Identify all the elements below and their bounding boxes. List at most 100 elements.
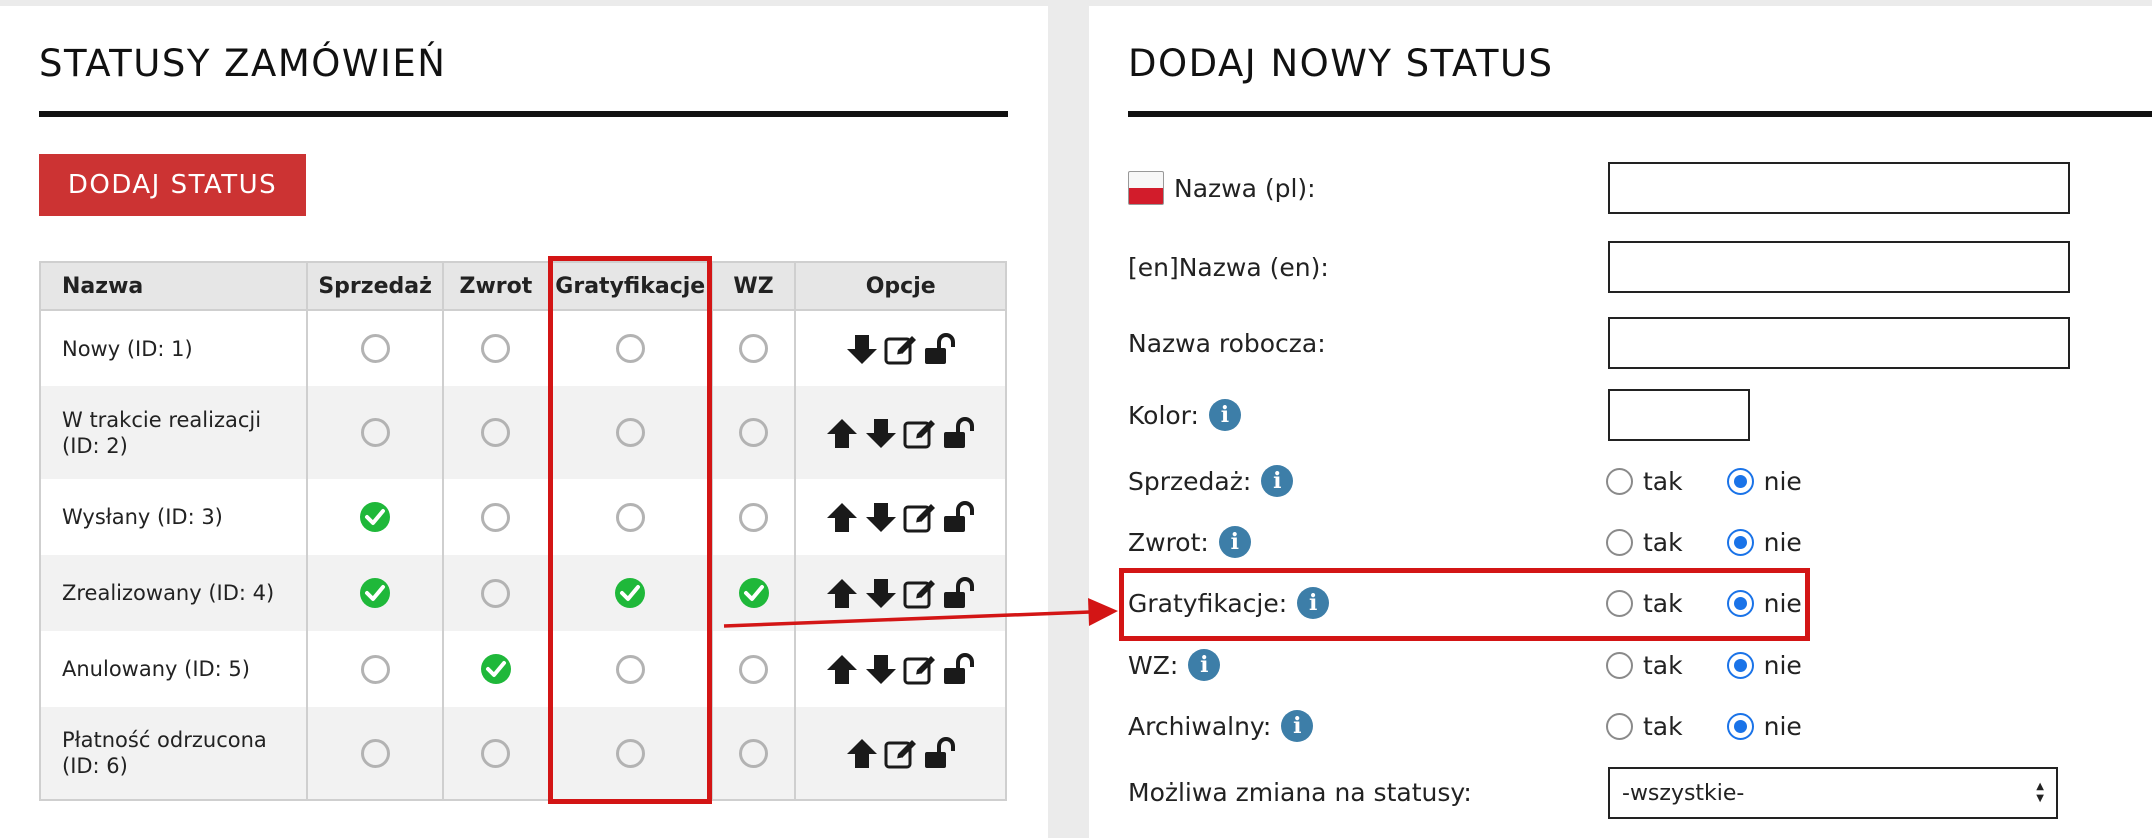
status-id: (ID: 2) (62, 433, 128, 458)
radio-checked-icon[interactable] (1726, 589, 1754, 617)
radio-unchecked-icon[interactable] (1606, 651, 1633, 679)
return-no-radio[interactable]: nie (1726, 528, 1802, 557)
status-off-icon (360, 418, 390, 447)
unlock-icon[interactable] (922, 735, 958, 771)
radio-unchecked-icon[interactable] (1606, 467, 1633, 495)
wz-cell (710, 707, 797, 801)
unlock-icon[interactable] (922, 331, 958, 367)
status-off-icon (739, 654, 769, 684)
col-header-wz: WZ (710, 261, 797, 311)
radio-unchecked-icon[interactable] (1606, 528, 1633, 556)
table-row: W trakcie realizacji (ID: 2) (38, 386, 1007, 479)
return-yes-radio[interactable]: tak (1606, 528, 1683, 557)
unlock-icon[interactable] (941, 415, 977, 451)
edit-icon[interactable] (883, 735, 919, 771)
color-label: Kolor: i (1128, 397, 1241, 433)
archived-no-radio[interactable]: nie (1726, 712, 1802, 741)
wz-cell (710, 555, 797, 631)
edit-icon[interactable] (902, 415, 938, 451)
row-options (844, 735, 958, 771)
archived-label-text: Archiwalny: (1128, 711, 1272, 741)
arrow-down-icon[interactable] (844, 331, 880, 367)
info-icon[interactable]: i (1261, 465, 1294, 497)
order-statuses-title: STATUSY ZAMÓWIEŃ (39, 42, 447, 85)
sale-cell (306, 707, 445, 801)
info-icon[interactable]: i (1188, 649, 1221, 681)
unlock-icon[interactable] (941, 575, 977, 611)
gratification-cell (547, 631, 713, 707)
status-name: Zrealizowany (ID: 4) (62, 581, 275, 605)
color-picker-input[interactable] (1608, 389, 1750, 441)
status-off-icon (615, 654, 645, 684)
gratification-no-radio[interactable]: nie (1726, 589, 1802, 618)
gratification-cell (547, 310, 713, 386)
edit-icon[interactable] (902, 499, 938, 535)
return-cell (442, 555, 550, 631)
col-header-sale: Sprzedaż (306, 261, 445, 311)
sale-cell (306, 631, 445, 707)
info-icon[interactable]: i (1208, 399, 1241, 431)
return-cell (442, 631, 550, 707)
info-icon[interactable]: i (1297, 587, 1330, 619)
status-off-icon (360, 334, 390, 363)
edit-icon[interactable] (883, 331, 919, 367)
wz-cell (710, 479, 797, 555)
arrow-up-icon[interactable] (824, 575, 860, 611)
archived-yes-radio[interactable]: tak (1606, 712, 1683, 741)
info-icon[interactable]: i (1218, 526, 1251, 558)
unlock-icon[interactable] (941, 499, 977, 535)
arrow-up-icon[interactable] (824, 499, 860, 535)
sale-no-radio[interactable]: nie (1726, 467, 1802, 496)
arrow-up-icon[interactable] (824, 651, 860, 687)
wz-no-radio[interactable]: nie (1726, 651, 1802, 680)
edit-icon[interactable] (902, 651, 938, 687)
name-pl-label: Nazwa (pl): (1128, 170, 1316, 206)
status-off-icon (615, 418, 645, 447)
arrow-up-icon[interactable] (844, 735, 880, 771)
arrow-down-icon[interactable] (863, 651, 899, 687)
table-row: Płatność odrzucona (ID: 6) (38, 707, 1007, 801)
radio-checked-icon[interactable] (1726, 651, 1754, 679)
col-header-return: Zwrot (442, 261, 550, 311)
gratification-yes-radio[interactable]: tak (1606, 589, 1683, 618)
table-row: Zrealizowany (ID: 4) (38, 555, 1007, 631)
radio-checked-icon[interactable] (1726, 467, 1754, 495)
wz-radio-group: tak nie (1606, 647, 1802, 683)
arrow-up-icon[interactable] (824, 415, 860, 451)
info-icon[interactable]: i (1281, 710, 1314, 742)
allowed-statuses-select[interactable]: -wszystkie- ▲ ▼ (1608, 767, 2058, 819)
name-pl-input[interactable] (1608, 162, 2070, 214)
status-off-icon (615, 334, 645, 363)
wz-yes-radio[interactable]: tak (1606, 651, 1683, 680)
arrow-down-icon[interactable] (863, 499, 899, 535)
status-name-cell: Płatność odrzucona (ID: 6) (38, 707, 309, 801)
color-label-text: Kolor: (1128, 400, 1199, 430)
gratification-label: Gratyfikacje: i (1128, 585, 1330, 621)
add-status-button[interactable]: DODAJ STATUS (39, 154, 306, 216)
unlock-icon[interactable] (941, 651, 977, 687)
return-radio-group: tak nie (1606, 524, 1802, 560)
allowed-change-label-text: Możliwa zmiana na statusy: (1128, 777, 1472, 807)
status-name: Wysłany (ID: 3) (62, 505, 223, 529)
sale-yes-radio[interactable]: tak (1606, 467, 1683, 496)
radio-checked-icon[interactable] (1726, 712, 1754, 740)
table-row: Anulowany (ID: 5) (38, 631, 1007, 707)
options-cell (794, 310, 1007, 386)
status-off-icon (739, 418, 769, 447)
return-label: Zwrot: i (1128, 524, 1251, 560)
name-en-input[interactable] (1608, 241, 2070, 293)
gratification-cell (547, 479, 713, 555)
arrow-down-icon[interactable] (863, 415, 899, 451)
radio-checked-icon[interactable] (1726, 528, 1754, 556)
gratification-cell (547, 386, 713, 479)
return-cell (442, 310, 550, 386)
edit-icon[interactable] (902, 575, 938, 611)
working-name-input[interactable] (1608, 317, 2070, 369)
sale-cell (306, 386, 445, 479)
status-off-icon (481, 418, 511, 447)
allowed-change-label: Możliwa zmiana na statusy: (1128, 774, 1472, 810)
radio-unchecked-icon[interactable] (1606, 589, 1633, 617)
arrow-down-icon[interactable] (863, 575, 899, 611)
radio-unchecked-icon[interactable] (1606, 712, 1633, 740)
status-name-cell: Zrealizowany (ID: 4) (38, 555, 309, 631)
